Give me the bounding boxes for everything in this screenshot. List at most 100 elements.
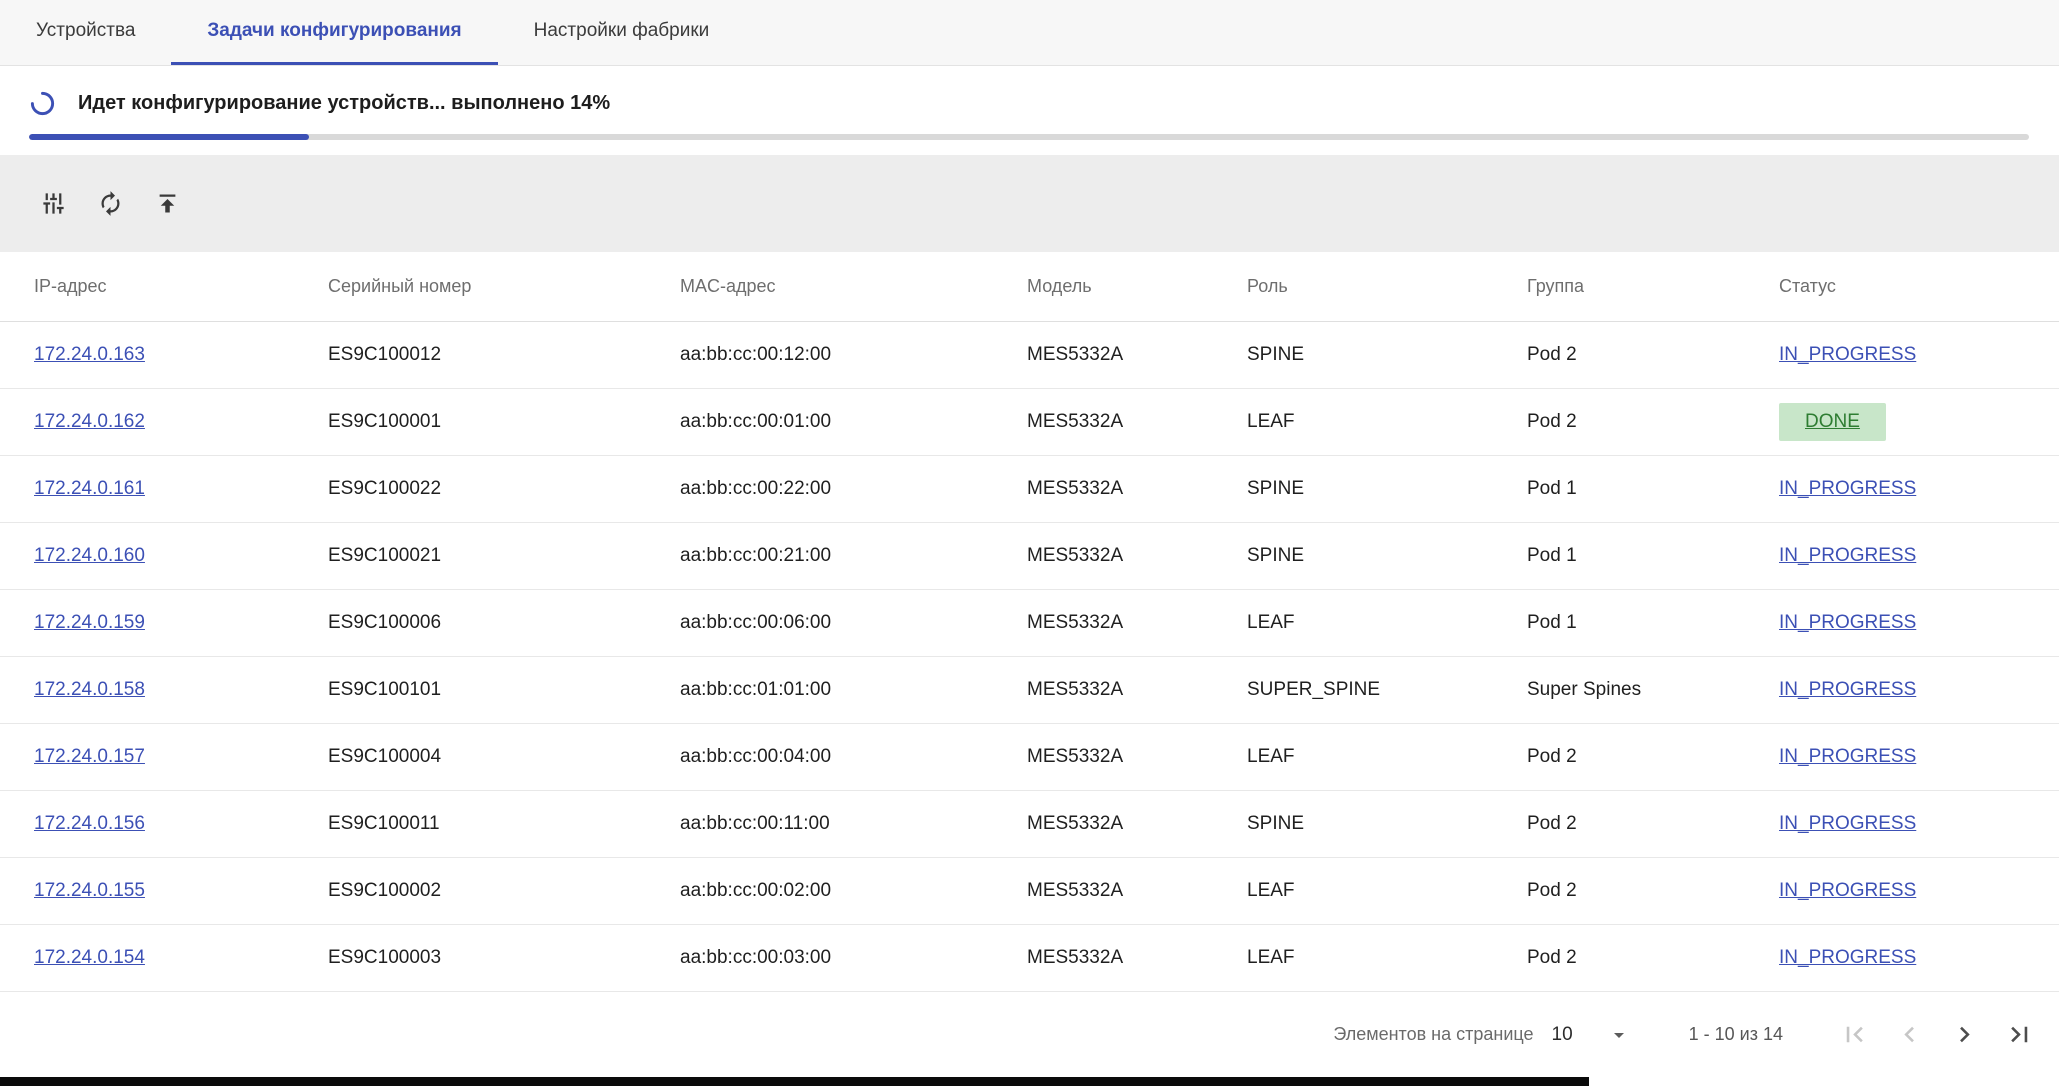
tab-fabric-settings[interactable]: Настройки фабрики [498,0,746,65]
status-link[interactable]: IN_PROGRESS [1779,947,1916,969]
ip-link[interactable]: 172.24.0.156 [34,813,145,834]
group-cell: Super Spines [1527,679,1779,701]
table-row: 172.24.0.161 ES9C100022 aa:bb:cc:00:22:0… [0,456,2059,523]
table-row: 172.24.0.163 ES9C100012 aa:bb:cc:00:12:0… [0,322,2059,389]
serial-cell: ES9C100001 [328,411,680,433]
model-cell: MES5332A [1027,746,1247,768]
upload-icon [154,190,181,217]
table-row: 172.24.0.162 ES9C100001 aa:bb:cc:00:01:0… [0,389,2059,456]
role-cell: LEAF [1247,411,1527,433]
status-link[interactable]: IN_PROGRESS [1779,612,1916,634]
model-cell: MES5332A [1027,947,1247,969]
role-cell: SUPER_SPINE [1247,679,1527,701]
filter-settings-button[interactable] [39,190,67,218]
column-header-ip: IP-адрес [34,276,328,297]
serial-cell: ES9C100006 [328,612,680,634]
column-header-group: Группа [1527,276,1779,297]
ip-link[interactable]: 172.24.0.161 [34,478,145,499]
ip-link[interactable]: 172.24.0.158 [34,679,145,700]
serial-cell: ES9C100022 [328,478,680,500]
ip-link[interactable]: 172.24.0.159 [34,612,145,633]
tune-icon [40,190,67,217]
model-cell: MES5332A [1027,612,1247,634]
items-per-page-label: Элементов на странице [1333,1024,1533,1045]
serial-cell: ES9C100101 [328,679,680,701]
group-cell: Pod 2 [1527,746,1779,768]
table-row: 172.24.0.159 ES9C100006 aa:bb:cc:00:06:0… [0,590,2059,657]
refresh-icon [97,190,124,217]
ip-link[interactable]: 172.24.0.163 [34,344,145,365]
ip-link[interactable]: 172.24.0.155 [34,880,145,901]
model-cell: MES5332A [1027,411,1247,433]
mac-cell: aa:bb:cc:00:11:00 [680,813,1027,835]
mac-cell: aa:bb:cc:00:22:00 [680,478,1027,500]
role-cell: SPINE [1247,478,1527,500]
ip-link[interactable]: 172.24.0.160 [34,545,145,566]
serial-cell: ES9C100003 [328,947,680,969]
column-header-status: Статус [1779,276,2059,297]
table-row: 172.24.0.158 ES9C100101 aa:bb:cc:01:01:0… [0,657,2059,724]
group-cell: Pod 1 [1527,545,1779,567]
mac-cell: aa:bb:cc:00:06:00 [680,612,1027,634]
app-window: Устройства Задачи конфигурирования Настр… [0,0,2059,1086]
status-link[interactable]: IN_PROGRESS [1779,344,1916,366]
table-header-row: IP-адрес Серийный номер MAC-адрес Модель… [0,252,2059,322]
toolbar [0,155,2059,252]
previous-page-button[interactable] [1894,1019,1925,1050]
status-link[interactable]: IN_PROGRESS [1779,545,1916,567]
progress-message: Идет конфигурирование устройств... выпол… [78,92,610,115]
ip-link[interactable]: 172.24.0.154 [34,947,145,968]
refresh-button[interactable] [96,190,124,218]
status-link[interactable]: IN_PROGRESS [1779,746,1916,768]
loading-spinner-icon [29,90,56,117]
ip-link[interactable]: 172.24.0.162 [34,411,145,432]
model-cell: MES5332A [1027,545,1247,567]
tab-devices[interactable]: Устройства [0,0,171,65]
items-per-page-select[interactable]: 10 [1552,1023,1631,1047]
devices-table: IP-адрес Серийный номер MAC-адрес Модель… [0,252,2059,992]
serial-cell: ES9C100004 [328,746,680,768]
role-cell: SPINE [1247,545,1527,567]
role-cell: LEAF [1247,612,1527,634]
status-link[interactable]: IN_PROGRESS [1779,478,1916,500]
model-cell: MES5332A [1027,478,1247,500]
table-row: 172.24.0.160 ES9C100021 aa:bb:cc:00:21:0… [0,523,2059,590]
status-link[interactable]: IN_PROGRESS [1779,880,1916,902]
progress-bar-fill [29,134,309,140]
progress-bar-track [29,134,2029,140]
column-header-model: Модель [1027,276,1247,297]
next-page-button[interactable] [1949,1019,1980,1050]
role-cell: LEAF [1247,880,1527,902]
mac-cell: aa:bb:cc:00:03:00 [680,947,1027,969]
status-link[interactable]: IN_PROGRESS [1779,679,1916,701]
items-per-page-value: 10 [1552,1024,1573,1046]
group-cell: Pod 2 [1527,344,1779,366]
upload-button[interactable] [153,190,181,218]
model-cell: MES5332A [1027,344,1247,366]
status-link[interactable]: IN_PROGRESS [1779,813,1916,835]
serial-cell: ES9C100011 [328,813,680,835]
last-page-button[interactable] [2004,1019,2035,1050]
mac-cell: aa:bb:cc:00:04:00 [680,746,1027,768]
group-cell: Pod 2 [1527,411,1779,433]
role-cell: SPINE [1247,813,1527,835]
model-cell: MES5332A [1027,880,1247,902]
serial-cell: ES9C100012 [328,344,680,366]
dropdown-caret-icon [1607,1023,1631,1047]
group-cell: Pod 2 [1527,947,1779,969]
first-page-button[interactable] [1839,1019,1870,1050]
last-page-icon [2004,1019,2035,1050]
mac-cell: aa:bb:cc:01:01:00 [680,679,1027,701]
tab-config-tasks[interactable]: Задачи конфигурирования [171,0,497,65]
model-cell: MES5332A [1027,679,1247,701]
group-cell: Pod 2 [1527,813,1779,835]
table-row: 172.24.0.154 ES9C100003 aa:bb:cc:00:03:0… [0,925,2059,992]
group-cell: Pod 1 [1527,478,1779,500]
page-range-label: 1 - 10 из 14 [1689,1024,1783,1045]
group-cell: Pod 2 [1527,880,1779,902]
pagination-bar: Элементов на странице 10 1 - 10 из 14 [0,992,2059,1077]
mac-cell: aa:bb:cc:00:02:00 [680,880,1027,902]
first-page-icon [1839,1019,1870,1050]
status-link[interactable]: DONE [1779,403,1886,441]
ip-link[interactable]: 172.24.0.157 [34,746,145,767]
